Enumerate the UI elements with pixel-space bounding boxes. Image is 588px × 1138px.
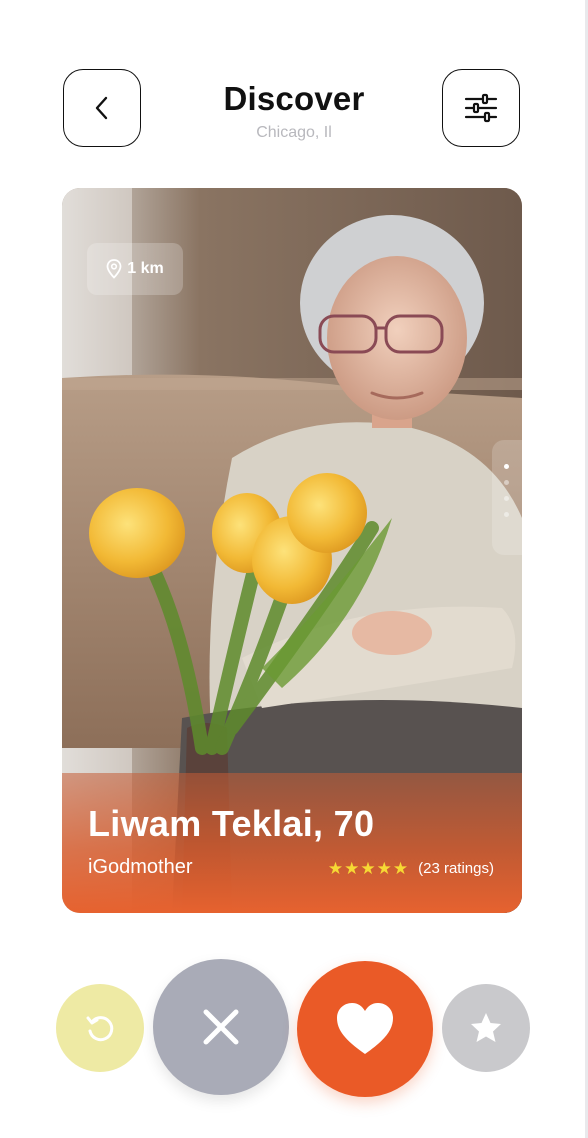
like-button[interactable] <box>297 961 433 1097</box>
profile-role: iGodmother <box>88 856 193 878</box>
undo-icon <box>86 1016 114 1042</box>
heart-icon <box>337 1003 393 1054</box>
distance-label: 1 km <box>127 260 164 277</box>
location-pin-icon <box>106 259 122 279</box>
star-icon: ★ <box>344 859 360 878</box>
star-icon: ★ <box>392 859 409 878</box>
dislike-button[interactable] <box>153 959 289 1095</box>
sliders-icon <box>464 93 498 123</box>
star-icon: ★ <box>376 859 392 878</box>
filter-button[interactable] <box>442 69 520 147</box>
page-dot-2[interactable] <box>504 480 509 485</box>
star-icon: ★ <box>327 859 344 878</box>
profile-card[interactable]: 1 km Liwam Teklai, 70 iGodmother ★ ★ ★ ★… <box>62 188 522 913</box>
page-dot-3[interactable] <box>504 496 509 501</box>
profile-name: Liwam Teklai, 70 <box>88 803 375 844</box>
undo-button[interactable] <box>56 984 144 1072</box>
rating-stars: ★ ★ ★ ★ ★ <box>328 860 408 877</box>
photo-page-indicator[interactable] <box>492 440 522 555</box>
rating-count: (23 ratings) <box>418 860 494 877</box>
rating: ★ ★ ★ ★ ★ (23 ratings) <box>328 860 494 877</box>
page-dot-4[interactable] <box>504 512 509 517</box>
star-icon <box>471 1013 501 1042</box>
close-icon <box>203 1009 239 1045</box>
super-like-button[interactable] <box>442 984 530 1072</box>
distance-badge: 1 km <box>87 243 183 295</box>
star-icon: ★ <box>360 859 376 878</box>
page-dot-1[interactable] <box>504 464 509 469</box>
